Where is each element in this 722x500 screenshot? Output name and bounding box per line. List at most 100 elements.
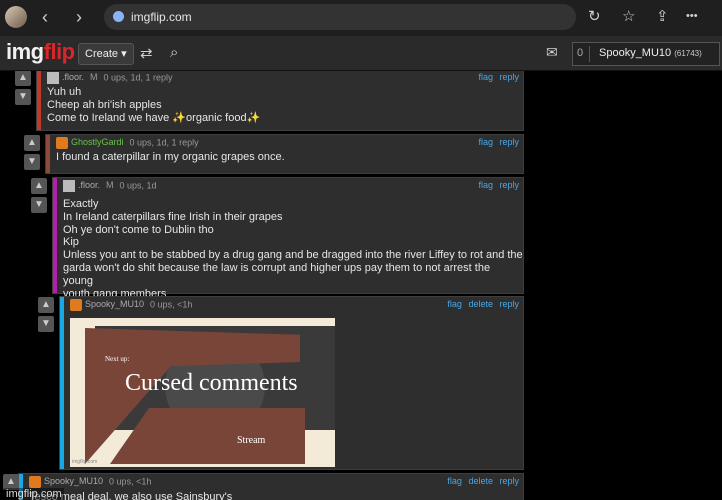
meme-subtitle: Stream xyxy=(237,435,266,446)
comment-author[interactable]: .floor. xyxy=(62,72,84,82)
user-badge: M xyxy=(106,180,114,191)
flag-link[interactable]: flag xyxy=(447,299,462,309)
site-header: imgflip Create ▾ ⇄ ⌕ ✉ 0 Spooky_MU10 (61… xyxy=(0,36,722,71)
comment-header: Spooky_MU10 0 ups, <1h xyxy=(70,299,192,311)
comment-meta: 0 ups, <1h xyxy=(150,299,193,310)
meme-small-text: Next up: xyxy=(105,355,130,363)
vote-buttons: ▲ ▼ xyxy=(31,178,49,216)
logo-main: img xyxy=(6,39,44,64)
more-icon[interactable]: ••• xyxy=(686,10,698,22)
comment-line: I found a caterpillar in my organic grap… xyxy=(56,151,285,163)
comment-actions: flag reply xyxy=(474,180,519,190)
vote-buttons: ▲ ▼ xyxy=(24,135,42,173)
delete-link[interactable]: delete xyxy=(468,299,493,309)
downvote-icon[interactable]: ▼ xyxy=(24,154,40,170)
comment: ▲ ▼ GhostlyGardi 0 ups, 1d, 1 reply flag … xyxy=(24,134,524,174)
upvote-icon[interactable]: ▲ xyxy=(31,178,47,194)
upvote-icon[interactable]: ▲ xyxy=(15,71,31,86)
reload-icon[interactable]: ↻ xyxy=(588,7,601,25)
comment-header: Spooky_MU10 0 ups, <1h xyxy=(29,476,151,488)
thread-bar xyxy=(60,297,64,469)
create-button[interactable]: Create ▾ xyxy=(78,43,134,65)
comment-header: .floor. M 0 ups, 1d, 1 reply xyxy=(47,72,173,84)
reply-link[interactable]: reply xyxy=(499,476,519,486)
comment-actions: flag reply xyxy=(474,137,519,147)
user-icon xyxy=(47,72,59,84)
share-icon[interactable]: ⇪ xyxy=(656,7,669,25)
comment-line: garda won't do shit because the law is c… xyxy=(63,261,491,287)
imgflip-watermark: imgflip.com xyxy=(4,488,64,500)
browser-toolbar: ‹ › imgflip.com ↻ ☆ ⇪ ••• xyxy=(0,0,722,36)
comment-line: Exactly xyxy=(63,198,99,210)
profile-avatar[interactable] xyxy=(5,6,27,28)
comment-body: Yuh uh Cheep ah bri'ish apples Come to I… xyxy=(47,86,260,124)
comment-meta: 0 ups, <1h xyxy=(109,476,152,487)
reply-link[interactable]: reply xyxy=(499,299,519,309)
comment: ▲ ▼ .floor. M 0 ups, 1d, 1 reply flag repl… xyxy=(15,71,524,131)
user-points: (61743) xyxy=(674,49,702,58)
comment-header: GhostlyGardi 0 ups, 1d, 1 reply xyxy=(56,137,199,149)
reply-link[interactable]: reply xyxy=(499,180,519,190)
thread-bar xyxy=(46,135,50,173)
comment: ▲ ▼ .floor. M 0 ups, 1d flag reply Exactly… xyxy=(31,177,524,300)
reply-link[interactable]: reply xyxy=(499,72,519,82)
comment-meta: 0 ups, 1d, 1 reply xyxy=(129,137,199,148)
downvote-icon[interactable]: ▼ xyxy=(31,197,47,213)
comment-line: Come to Ireland we have ✨organic food✨ xyxy=(47,111,261,124)
user-icon xyxy=(63,180,75,192)
meme-image[interactable]: Next up: Cursed comments Stream imgflip.… xyxy=(70,318,335,467)
notification-count[interactable]: 0 xyxy=(577,47,583,59)
comment-thread: ▲ ▼ .floor. M 0 ups, 1d, 1 reply flag repl… xyxy=(0,71,527,500)
comment-body: I found a caterpillar in my organic grap… xyxy=(56,151,285,164)
comment-actions: flag delete reply xyxy=(443,476,519,486)
comment-author[interactable]: .floor. xyxy=(78,180,100,190)
flag-link[interactable]: flag xyxy=(478,180,493,190)
flag-link[interactable]: flag xyxy=(447,476,462,486)
downvote-icon[interactable]: ▼ xyxy=(15,89,31,105)
comment-author[interactable]: Spooky_MU10 xyxy=(44,476,103,486)
user-badge: M xyxy=(90,72,98,83)
address-bar[interactable]: imgflip.com xyxy=(104,4,576,30)
user-icon xyxy=(70,299,82,311)
user-icon xyxy=(56,137,68,149)
username-text: Spooky_MU10 xyxy=(599,47,672,59)
flag-link[interactable]: flag xyxy=(478,137,493,147)
vote-buttons: ▲ ▼ xyxy=(15,71,33,108)
downvote-icon[interactable]: ▼ xyxy=(38,316,54,332)
comment-actions: flag reply xyxy=(474,72,519,82)
comment-meta: 0 ups, 1d xyxy=(119,180,157,191)
comment-line: Cheep ah bri'ish apples xyxy=(47,98,162,111)
comment-author[interactable]: Spooky_MU10 xyxy=(85,299,144,309)
comment-author[interactable]: GhostlyGardi xyxy=(71,137,124,147)
delete-link[interactable]: delete xyxy=(468,476,493,486)
meme-watermark: imgflip.com xyxy=(72,459,98,465)
back-icon[interactable]: ‹ xyxy=(42,8,48,26)
comment-line: Yuh uh xyxy=(47,86,82,98)
site-info-icon[interactable] xyxy=(113,11,124,22)
username[interactable]: Spooky_MU10 (61743) xyxy=(599,47,702,59)
upvote-icon[interactable]: ▲ xyxy=(38,297,54,313)
favorite-icon[interactable]: ☆ xyxy=(622,7,635,25)
upvote-icon[interactable]: ▲ xyxy=(24,135,40,151)
user-icon xyxy=(29,476,41,488)
comment: ▲ Spooky_MU10 0 ups, <1h flag delete repl… xyxy=(3,473,524,500)
comment-line: Unless you ant to be stabbed by a drug g… xyxy=(63,249,523,262)
search-icon[interactable]: ⌕ xyxy=(170,44,178,61)
comment: ▲ ▼ Spooky_MU10 0 ups, <1h flag delete re… xyxy=(38,296,524,470)
vote-buttons: ▲ ▼ xyxy=(38,297,56,335)
thread-bar xyxy=(53,178,57,293)
user-menu[interactable]: 0 Spooky_MU10 (61743) xyxy=(572,42,720,66)
imgflip-logo[interactable]: imgflip xyxy=(6,39,75,65)
flag-link[interactable]: flag xyxy=(478,72,493,82)
url-text[interactable]: imgflip.com xyxy=(131,10,192,24)
comment-actions: flag delete reply xyxy=(443,299,519,309)
shuffle-icon[interactable]: ⇄ xyxy=(140,44,153,62)
forward-icon[interactable]: › xyxy=(76,8,82,26)
comment-line: Kip xyxy=(63,236,79,249)
reply-link[interactable]: reply xyxy=(499,137,519,147)
comment-meta: 0 ups, 1d, 1 reply xyxy=(103,72,173,83)
comment-line: In Ireland caterpillars fine Irish in th… xyxy=(63,210,283,223)
comment-header: .floor. M 0 ups, 1d xyxy=(63,180,157,192)
divider xyxy=(589,46,590,62)
mail-icon[interactable]: ✉ xyxy=(546,44,558,61)
